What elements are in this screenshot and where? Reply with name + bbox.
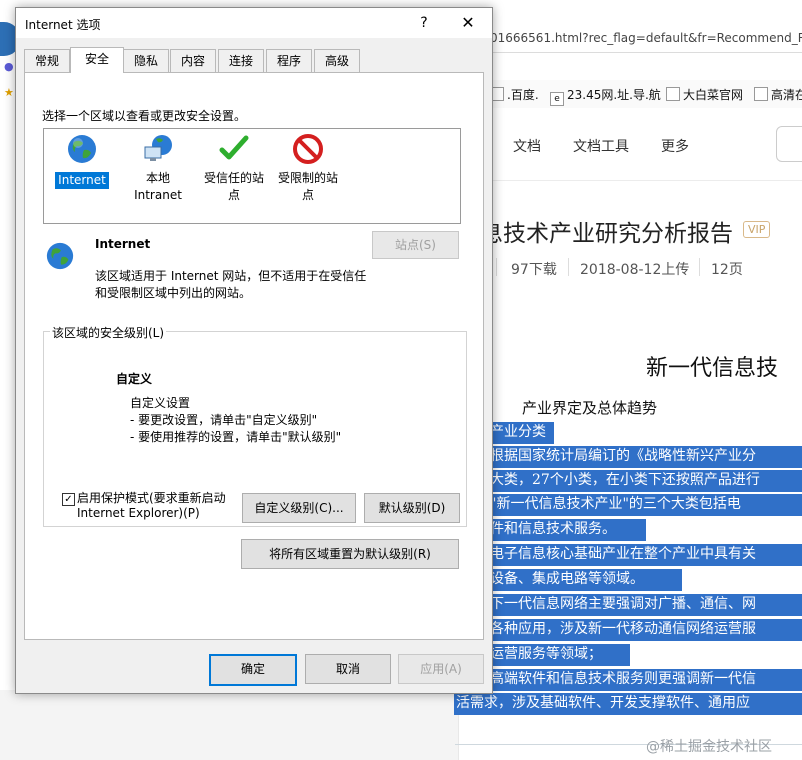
selected-line: 电子信息核心基础产业在整个产业中具有关 xyxy=(488,544,802,566)
zone-label: 点 xyxy=(227,188,240,202)
default-level-button[interactable]: 默认级别(D) xyxy=(364,493,460,523)
meta-divider xyxy=(496,258,497,276)
level-title: 自定义 xyxy=(116,372,153,386)
zone-local-intranet[interactable]: 本地 Intranet xyxy=(120,133,196,204)
security-level-legend: 该区域的安全级别(L) xyxy=(50,324,167,341)
apply-button[interactable]: 应用(A) xyxy=(398,654,484,684)
selected-line: 设备、集成电路等领域。 xyxy=(488,569,682,591)
address-text: 01666561.html?rec_flag=default&fr=Recomm… xyxy=(490,31,802,45)
favorite-label: 23.45网.址.导.航 xyxy=(567,88,661,102)
nav-docs[interactable]: 文档 xyxy=(513,136,541,156)
meta-divider xyxy=(699,258,700,276)
zone-label: 受信任的站 xyxy=(203,171,264,185)
tab-content[interactable]: 内容 xyxy=(170,49,216,72)
selected-line: 件和信息技术服务。 xyxy=(488,519,646,541)
globe-icon xyxy=(46,242,74,270)
favorite-label: 大白菜官网 xyxy=(683,88,744,102)
help-button[interactable]: ? xyxy=(412,13,436,33)
globe-icon xyxy=(68,135,96,163)
doc-title: 息技术产业研究分析报告 xyxy=(480,221,733,247)
page-icon xyxy=(666,87,680,101)
favorites-bar: .百度. e 23.45网.址.导.航 大白菜官网 高清在 xyxy=(470,80,802,109)
security-tab-panel: 选择一个区域以查看或更改安全设置。 Internet 本地 Intranet 受… xyxy=(24,72,484,640)
tab-advanced[interactable]: 高级 xyxy=(314,49,360,72)
zone-label: 点 xyxy=(301,188,314,202)
nav-more[interactable]: 更多 xyxy=(661,136,689,156)
search-input[interactable] xyxy=(776,126,802,162)
zone-description: 和受限制区域中列出的网站。 xyxy=(95,286,252,300)
favorite-item[interactable]: e 23.45网.址.导.航 xyxy=(550,86,661,106)
selected-line: 活需求，涉及基础软件、开发支撑软件、通用应 xyxy=(454,693,802,715)
selected-line: 运营服务等领域； xyxy=(488,644,630,666)
zone-label: 受限制的站 xyxy=(277,171,338,185)
close-button[interactable]: ✕ xyxy=(456,13,480,33)
vip-badge: VIP xyxy=(743,221,771,238)
reset-all-zones-button[interactable]: 将所有区域重置为默认级别(R) xyxy=(241,539,459,569)
protected-mode-checkbox[interactable]: ✓ xyxy=(62,493,75,506)
internet-options-dialog: Internet 选项 ? ✕ 常规 安全 隐私 内容 连接 程序 高级 选择一… xyxy=(15,7,493,694)
zone-label: Intranet xyxy=(134,188,182,202)
selected-line: "新一代信息技术产业"的三个大类包括电 xyxy=(488,494,802,516)
select-zone-prompt: 选择一个区域以查看或更改安全设置。 xyxy=(42,109,247,123)
dialog-title: Internet 选项 xyxy=(25,18,101,32)
security-level-group: 该区域的安全级别(L) 自定义 自定义设置 - 要更改设置，请单击"自定义级别"… xyxy=(43,324,467,527)
zone-restricted-sites[interactable]: 受限制的站 点 xyxy=(270,133,346,204)
zone-name: Internet xyxy=(95,237,151,251)
level-description: 自定义设置 xyxy=(130,396,191,410)
cancel-button[interactable]: 取消 xyxy=(305,654,391,684)
address-bar[interactable]: 01666561.html?rec_flag=default&fr=Recomm… xyxy=(470,26,802,53)
section-heading: 产业界定及总体趋势 xyxy=(522,399,658,417)
tab-general[interactable]: 常规 xyxy=(24,49,70,72)
favorite-item[interactable]: .百度. xyxy=(490,86,539,103)
zone-internet[interactable]: Internet xyxy=(44,133,120,189)
trusted-check-icon xyxy=(219,135,249,160)
download-count: 97下载 xyxy=(511,262,557,278)
restricted-icon xyxy=(293,134,323,164)
selected-line: 大类，27个小类，在小类下还按照产品进行 xyxy=(488,470,802,492)
selected-line: 根据国家统计局编订的《战略性新兴产业分 xyxy=(488,446,802,468)
selected-line: 各种应用，涉及新一代移动通信网络运营服 xyxy=(488,619,802,641)
page-icon xyxy=(754,87,768,101)
page-count: 12页 xyxy=(711,262,743,278)
favorite-item[interactable]: 高清在 xyxy=(754,86,802,103)
sites-button[interactable]: 站点(S) xyxy=(372,231,459,259)
favorite-item[interactable]: 大白菜官网 xyxy=(666,86,743,103)
zone-list[interactable]: Internet 本地 Intranet 受信任的站 点 受限制的站 点 xyxy=(43,128,461,224)
favorite-label: .百度. xyxy=(507,88,539,102)
zone-trusted-sites[interactable]: 受信任的站 点 xyxy=(196,133,272,204)
page-heading: 新一代信息技 xyxy=(646,356,779,381)
site-header: 文档 文档工具 更多 xyxy=(470,108,802,181)
tab-programs[interactable]: 程序 xyxy=(266,49,312,72)
title-bar[interactable]: Internet 选项 ? ✕ xyxy=(16,8,492,38)
page-gutter xyxy=(0,690,458,760)
zone-description: 该区域适用于 Internet 网站，但不适用于在受信任 xyxy=(95,269,367,283)
meta-divider xyxy=(568,258,569,276)
favorite-label: 高清在 xyxy=(771,88,802,102)
selected-line: 下一代信息网络主要强调对广播、通信、网 xyxy=(488,594,802,616)
protected-mode-label[interactable]: 启用保护模式(要求重新启动 xyxy=(77,489,226,506)
ok-button[interactable]: 确定 xyxy=(209,654,297,686)
selected-line: 产业分类 xyxy=(488,422,554,444)
custom-level-button[interactable]: 自定义级别(C)... xyxy=(242,493,356,523)
tab-security[interactable]: 安全 xyxy=(70,47,124,73)
zone-label: Internet xyxy=(55,172,109,189)
nav-doc-tools[interactable]: 文档工具 xyxy=(573,136,629,156)
upload-date: 2018-08-12上传 xyxy=(580,262,690,278)
tab-privacy[interactable]: 隐私 xyxy=(123,49,169,72)
e-icon: e xyxy=(550,92,564,106)
local-intranet-icon xyxy=(144,135,172,161)
selected-line: 高端软件和信息技术服务则更强调新一代信 xyxy=(488,669,802,691)
tab-connections[interactable]: 连接 xyxy=(218,49,264,72)
protected-mode-label[interactable]: Internet Explorer)(P) xyxy=(77,506,200,520)
watermark: @稀土掘金技术社区 xyxy=(646,739,772,755)
zone-label: 本地 xyxy=(145,171,170,185)
level-description: - 要更改设置，请单击"自定义级别" xyxy=(130,413,318,427)
level-description: - 要使用推荐的设置，请单击"默认级别" xyxy=(130,430,342,444)
